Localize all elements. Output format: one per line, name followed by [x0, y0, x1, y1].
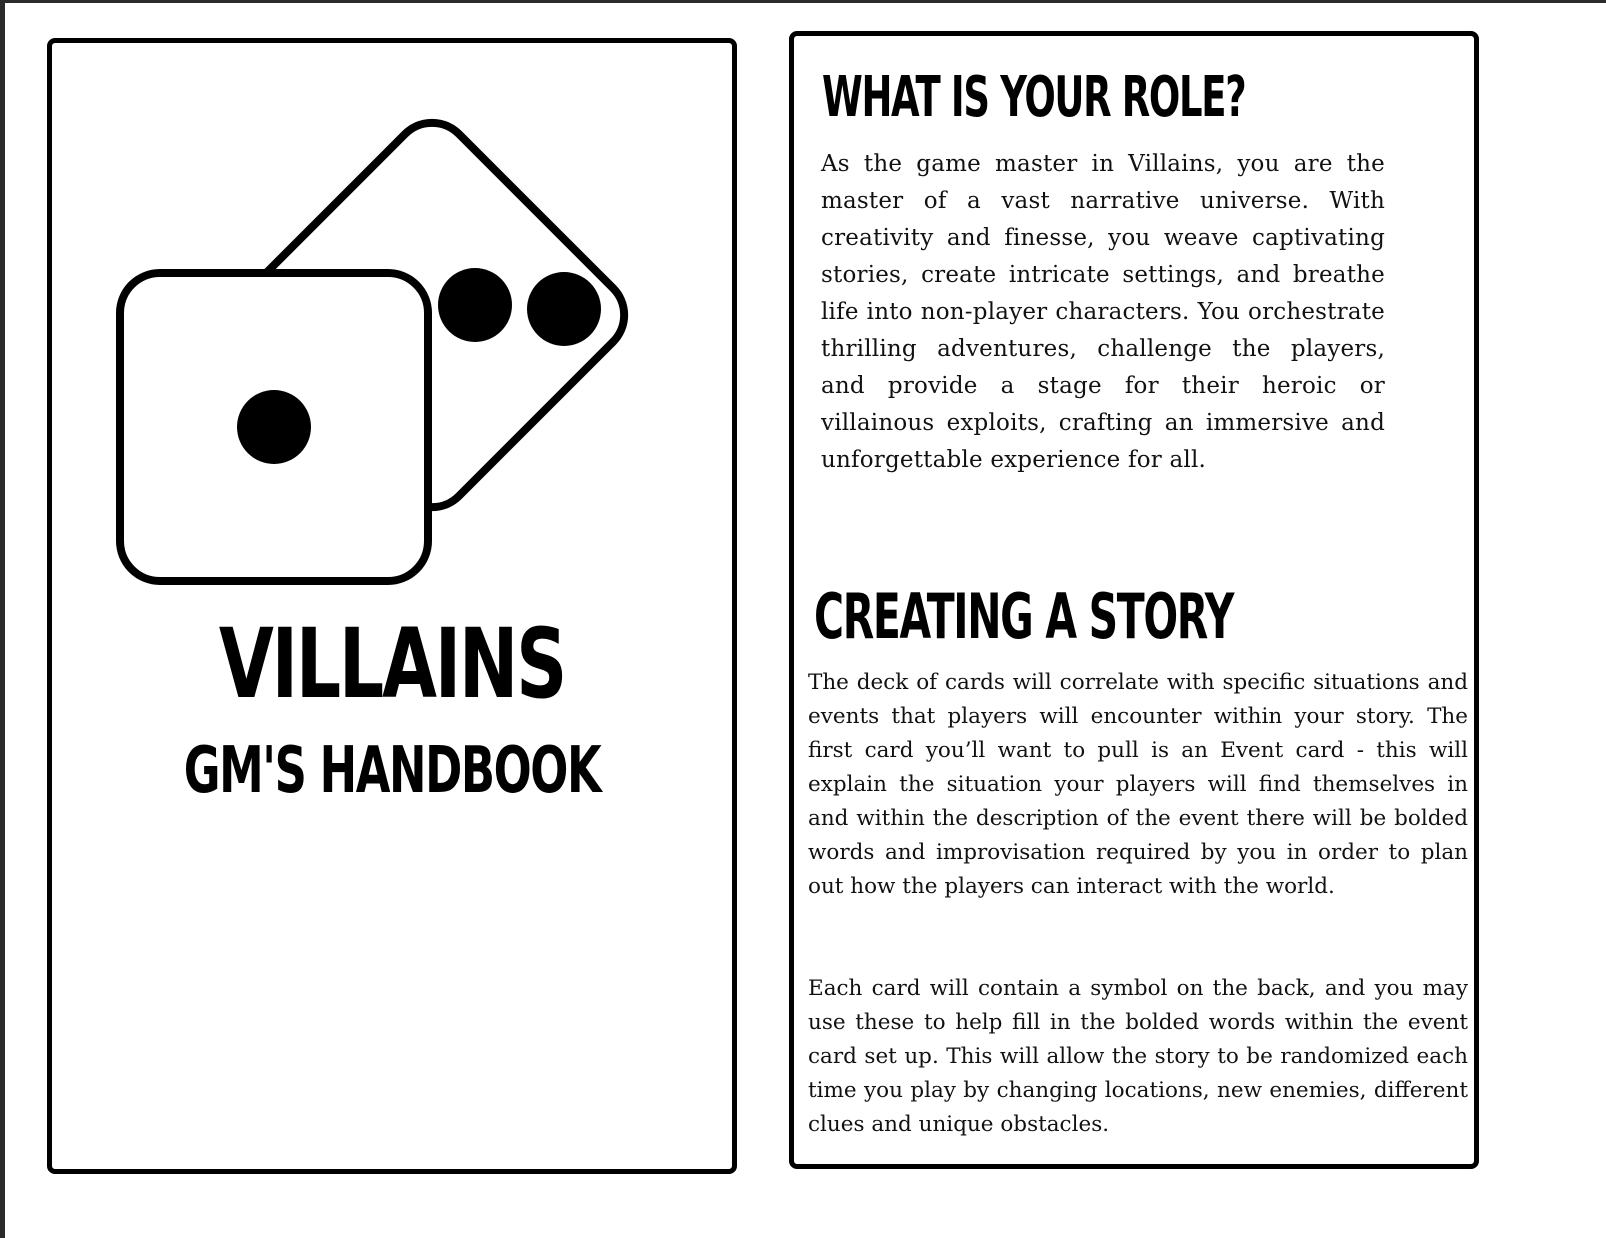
- story-heading: CREATING A STORY: [814, 580, 1234, 653]
- role-heading: WHAT IS YOUR ROLE?: [822, 65, 1247, 130]
- cover-title: VILLAINS: [218, 608, 567, 720]
- back-die-pip: [527, 272, 601, 346]
- cover-page: VILLAINS GM'S HANDBOOK: [47, 38, 737, 1174]
- dice-icon: [116, 118, 629, 585]
- front-die: [116, 269, 432, 585]
- cover-subtitle: GM'S HANDBOOK: [183, 734, 602, 808]
- back-die-pip: [438, 268, 512, 342]
- front-die-pip: [237, 390, 311, 464]
- window-top-edge: [0, 0, 1606, 3]
- role-paragraph: As the game master in Villains, you are …: [821, 151, 1385, 473]
- story-paragraph-1: The deck of cards will correlate with sp…: [808, 670, 1468, 899]
- content-page: WHAT IS YOUR ROLE? As the game master in…: [789, 31, 1479, 1169]
- window-left-edge: [0, 0, 5, 1238]
- story-paragraph-2: Each card will contain a symbol on the b…: [808, 976, 1468, 1137]
